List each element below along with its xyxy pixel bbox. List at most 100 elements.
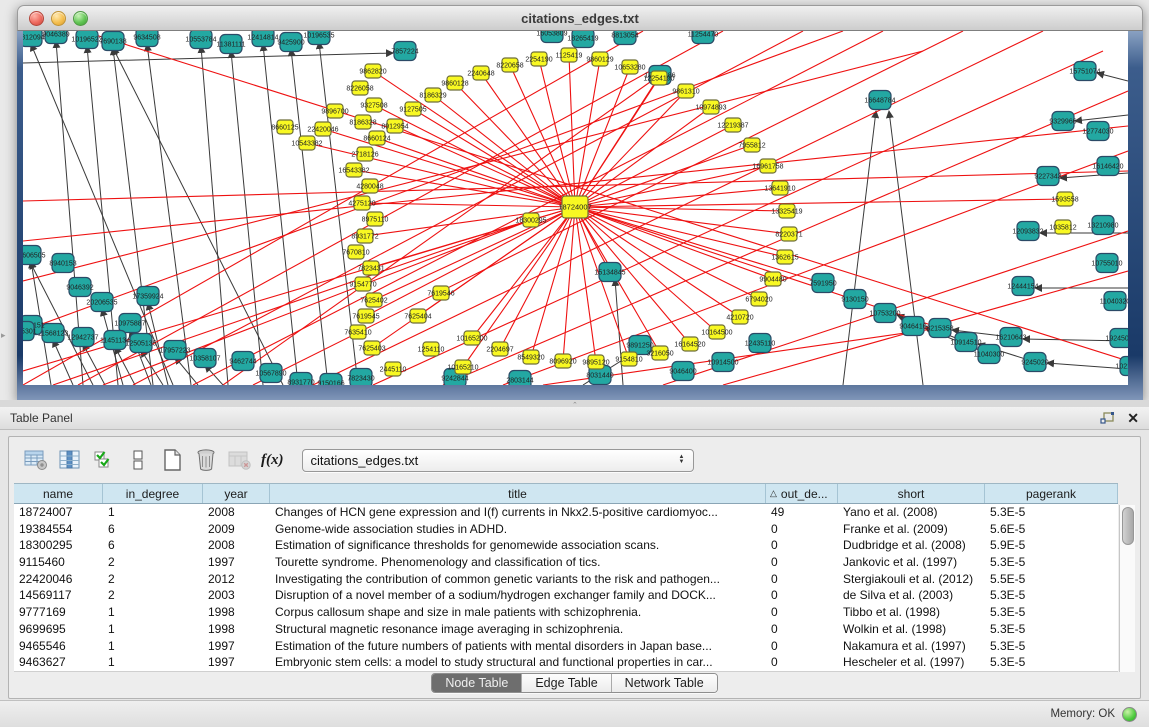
table-cell[interactable]: 0 (766, 554, 838, 571)
zoom-window-button[interactable] (73, 11, 88, 26)
table-cell[interactable]: Hescheler et al. (1997) (838, 654, 985, 671)
window-titlebar[interactable]: citations_edges.txt (17, 5, 1143, 31)
function-builder-icon[interactable]: f(x) (261, 452, 284, 469)
table-cell[interactable]: Embryonic stem cells: a model to study s… (270, 654, 766, 671)
table-cell[interactable]: Jankovic et al. (1997) (838, 554, 985, 571)
table-cell[interactable]: Tibbo et al. (1998) (838, 604, 985, 621)
table-cell[interactable]: 1997 (203, 554, 270, 571)
table-cell[interactable]: 1997 (203, 638, 270, 655)
table-cell[interactable]: 0 (766, 621, 838, 638)
table-cell[interactable]: 5.3E-5 (985, 587, 1118, 604)
citation-edge-black[interactable] (889, 111, 923, 385)
table-row[interactable]: 911546021997Tourette syndrome. Phenomeno… (14, 554, 1118, 571)
table-row[interactable]: 946554611997Estimation of the future num… (14, 638, 1118, 655)
table-cell[interactable]: Corpus callosum shape and size in male p… (270, 604, 766, 621)
table-cell[interactable]: Structural magnetic resonance image aver… (270, 621, 766, 638)
scrollbar-thumb[interactable] (1122, 507, 1134, 545)
table-cell[interactable]: Dudbridge et al. (2008) (838, 537, 985, 554)
column-select-icon[interactable] (55, 446, 85, 474)
table-cell[interactable]: 2003 (203, 587, 270, 604)
table-cell[interactable]: Investigating the contribution of common… (270, 571, 766, 588)
table-cell[interactable]: 1 (103, 638, 203, 655)
table-cell[interactable]: Disruption of a novel member of a sodium… (270, 587, 766, 604)
table-cell[interactable]: Wolkin et al. (1998) (838, 621, 985, 638)
table-cell[interactable]: Genome-wide association studies in ADHD. (270, 521, 766, 538)
table-cell[interactable]: Tourette syndrome. Phenomenology and cla… (270, 554, 766, 571)
minimize-window-button[interactable] (51, 11, 66, 26)
table-row[interactable]: 1456911722003Disruption of a novel membe… (14, 587, 1118, 604)
citation-edge-black[interactable] (147, 44, 191, 385)
citation-edge-black[interactable] (1097, 73, 1128, 81)
citation-edge-red[interactable] (531, 207, 575, 357)
table-cell[interactable]: 9465546 (14, 638, 103, 655)
column-header-name[interactable]: name (14, 484, 103, 503)
table-cell[interactable]: 0 (766, 638, 838, 655)
table-cell[interactable]: 19384554 (14, 521, 103, 538)
citation-edge-red[interactable] (373, 71, 575, 207)
table-cell[interactable]: 0 (766, 571, 838, 588)
table-row[interactable]: 2242004622012Investigating the contribut… (14, 571, 1118, 588)
table-cell[interactable]: 6 (103, 537, 203, 554)
table-cell[interactable]: 1 (103, 604, 203, 621)
table-cell[interactable]: 2 (103, 571, 203, 588)
table-cell[interactable]: Stergiakouli et al. (2012) (838, 571, 985, 588)
column-header-pagerank[interactable]: pagerank (985, 484, 1118, 503)
table-cell[interactable]: 6 (103, 521, 203, 538)
table-row[interactable]: 969969511998Structural magnetic resonanc… (14, 621, 1118, 638)
table-row[interactable]: 1830029562008Estimation of significance … (14, 537, 1118, 554)
table-cell[interactable]: 0 (766, 654, 838, 671)
table-cell[interactable]: Franke et al. (2009) (838, 521, 985, 538)
column-header-in_degree[interactable]: in_degree (103, 484, 203, 503)
delete-column-icon[interactable] (191, 446, 221, 474)
table-row[interactable]: 977716911998Corpus callosum shape and si… (14, 604, 1118, 621)
table-row[interactable]: 1872400712008Changes of HCN gene express… (14, 504, 1118, 521)
table-cell[interactable]: 2008 (203, 504, 270, 521)
table-cell[interactable]: 14569117 (14, 587, 103, 604)
column-header-year[interactable]: year (203, 484, 270, 503)
citation-edge-red[interactable] (575, 207, 740, 317)
table-cell[interactable]: 9115460 (14, 554, 103, 571)
table-cell[interactable]: 2 (103, 554, 203, 571)
column-header-out_de[interactable]: △out_de... (766, 484, 838, 503)
table-cell[interactable]: 49 (766, 504, 838, 521)
column-header-short[interactable]: short (838, 484, 985, 503)
table-cell[interactable]: 5.3E-5 (985, 504, 1118, 521)
panel-collapse-arrow[interactable]: ▸ (1, 330, 6, 341)
table-cell[interactable]: 1 (103, 654, 203, 671)
table-selector-dropdown[interactable]: citations_edges.txt ▲▼ (302, 449, 694, 472)
table-cell[interactable]: 18724007 (14, 504, 103, 521)
tab-node-table[interactable]: Node Table (432, 674, 522, 692)
table-cell[interactable]: Estimation of the future numbers of pati… (270, 638, 766, 655)
citation-edge-red[interactable] (377, 138, 575, 207)
table-cell[interactable]: 5.9E-5 (985, 537, 1118, 554)
table-cell[interactable]: 0 (766, 537, 838, 554)
citation-edge-black[interactable] (843, 111, 876, 385)
table-cell[interactable]: Changes of HCN gene expression and I(f) … (270, 504, 766, 521)
citation-edge-red[interactable] (575, 207, 789, 234)
table-cell[interactable]: 0 (766, 587, 838, 604)
citation-edge-black[interactable] (201, 46, 228, 385)
table-cell[interactable]: 1997 (203, 654, 270, 671)
table-cell[interactable]: Estimation of significance thresholds fo… (270, 537, 766, 554)
table-cell[interactable]: Nakamura et al. (1997) (838, 638, 985, 655)
table-vertical-scrollbar[interactable] (1119, 505, 1135, 672)
table-cell[interactable]: 9463627 (14, 654, 103, 671)
close-panel-icon[interactable]: ✕ (1127, 412, 1139, 425)
table-cell[interactable]: 5.6E-5 (985, 521, 1118, 538)
citation-edge-red[interactable] (575, 67, 630, 207)
table-cell[interactable]: 9699695 (14, 621, 103, 638)
table-cell[interactable]: 1998 (203, 604, 270, 621)
table-cell[interactable]: 2 (103, 587, 203, 604)
table-cell[interactable]: 18300295 (14, 537, 103, 554)
table-cell[interactable]: 0 (766, 521, 838, 538)
table-cell[interactable]: 5.3E-5 (985, 621, 1118, 638)
table-cell[interactable]: Yano et al. (2008) (838, 504, 985, 521)
tab-edge-table[interactable]: Edge Table (522, 674, 611, 692)
table-cell[interactable]: 5.5E-5 (985, 571, 1118, 588)
row-options-icon[interactable] (123, 446, 153, 474)
citation-edge-black[interactable] (291, 49, 328, 385)
table-cell[interactable]: 5.3E-5 (985, 554, 1118, 571)
new-column-icon[interactable] (157, 446, 187, 474)
table-cell[interactable]: 5.3E-5 (985, 604, 1118, 621)
network-canvas[interactable]: 8812094904638910196522769013896345081055… (23, 31, 1128, 385)
